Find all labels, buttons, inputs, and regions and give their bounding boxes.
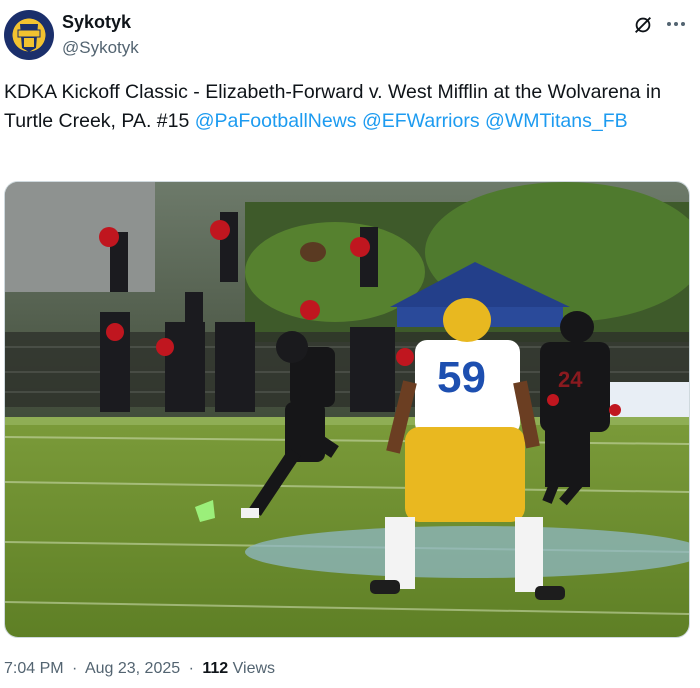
football-photo: 59 24 [5, 182, 689, 637]
tweet-meta: 7:04 PM · Aug 23, 2025 · 112 Views [4, 660, 275, 678]
tweet-header: Sykotyk @Sykotyk [4, 10, 694, 64]
tweet-text: KDKA Kickoff Classic - Elizabeth-Forward… [4, 78, 664, 136]
titans-logo-icon [17, 24, 41, 52]
tweet-photo[interactable]: 59 24 [4, 181, 690, 638]
tweet-time[interactable]: 7:04 PM [4, 660, 64, 677]
jersey-number: 59 [437, 353, 486, 402]
mention-pafootballnews[interactable]: @PaFootballNews [195, 110, 357, 132]
svg-text:24: 24 [558, 367, 583, 392]
avatar[interactable] [4, 10, 54, 60]
more-options-icon[interactable] [664, 12, 688, 36]
meta-separator: · [188, 660, 194, 677]
grok-icon[interactable] [632, 14, 654, 36]
views-count: 112 [202, 660, 229, 677]
views-label: Views [232, 660, 276, 677]
meta-separator: · [72, 660, 78, 677]
tweet-date[interactable]: Aug 23, 2025 [85, 660, 180, 677]
mention-efwarriors[interactable]: @EFWarriors [362, 110, 480, 132]
user-handle[interactable]: @Sykotyk [62, 38, 139, 58]
display-name[interactable]: Sykotyk [62, 12, 131, 33]
mention-wmtitans-fb[interactable]: @WMTitans_FB [485, 110, 628, 132]
